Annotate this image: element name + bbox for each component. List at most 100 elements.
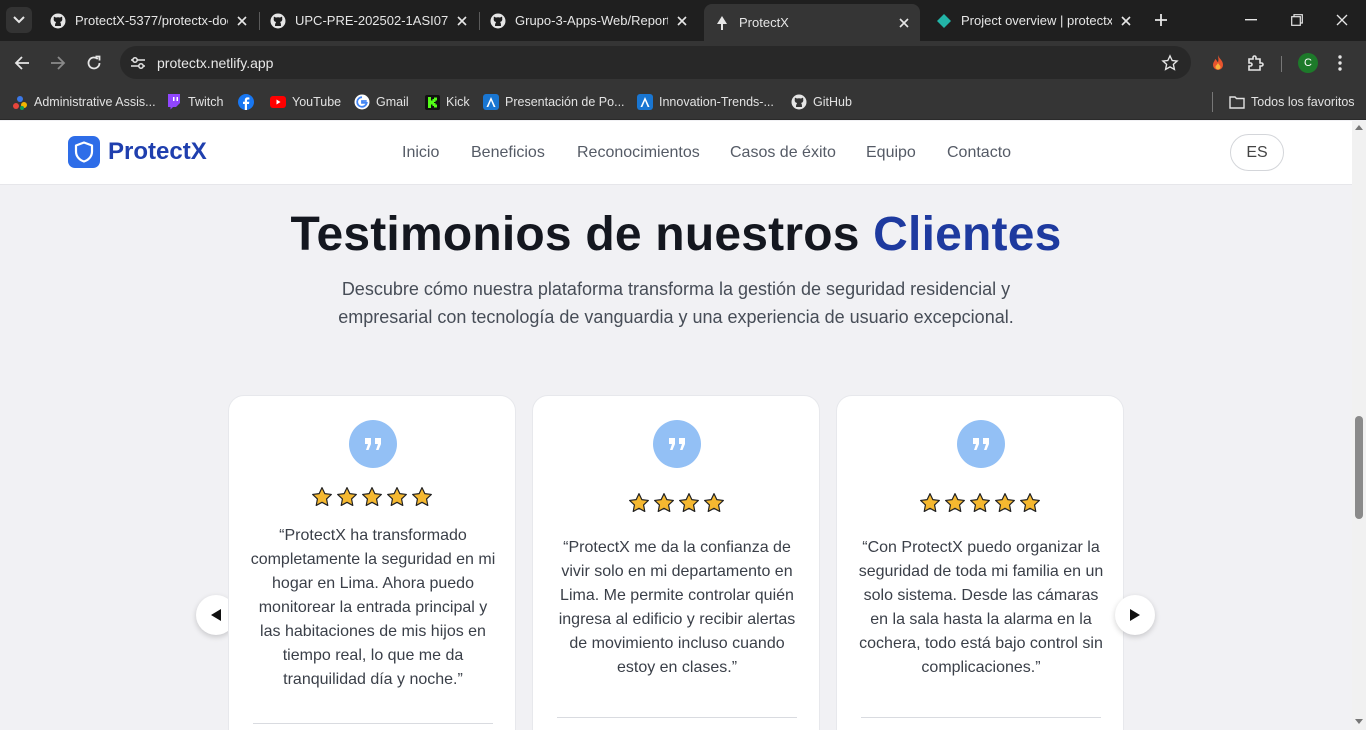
carousel-next-button[interactable] <box>1115 595 1155 635</box>
nav-beneficios[interactable]: Beneficios <box>471 144 545 162</box>
scroll-up-arrow[interactable] <box>1355 125 1363 130</box>
youtube-icon <box>270 94 286 110</box>
tab-title: Project overview | protectx | <box>961 13 1112 28</box>
section-title: Testimonios de nuestros Clientes <box>0 207 1352 262</box>
card-divider <box>557 717 797 718</box>
bookmark-label: Gmail <box>376 95 409 109</box>
url-text[interactable]: protectx.netlify.app <box>157 55 273 71</box>
profile-avatar[interactable]: C <box>1298 53 1318 73</box>
site-settings-icon[interactable] <box>129 54 147 72</box>
tab-project-overview[interactable]: Project overview | protectx | <box>926 5 1142 36</box>
bookmark-twitch[interactable]: Twitch <box>166 93 223 111</box>
bookmark-label: Kick <box>446 95 470 109</box>
star-rating <box>837 492 1123 514</box>
language-toggle-button[interactable]: ES <box>1230 134 1284 171</box>
bookmark-presentacion[interactable]: Presentación de Po... <box>483 93 625 111</box>
bookmark-facebook[interactable] <box>238 93 260 111</box>
browser-menu-button[interactable] <box>1330 53 1350 73</box>
reload-button[interactable] <box>82 51 106 75</box>
twitch-icon <box>166 94 182 110</box>
extensions-puzzle-icon[interactable] <box>1245 53 1265 73</box>
bookmark-label: GitHub <box>813 95 852 109</box>
minimize-button[interactable] <box>1239 8 1263 32</box>
bookmark-administrative[interactable]: Administrative Assis... <box>12 93 156 111</box>
card-divider <box>861 717 1101 718</box>
section-subtitle: Descubre cómo nuestra plataforma transfo… <box>338 279 1014 327</box>
site-logo[interactable]: ProtectX <box>68 136 207 168</box>
all-bookmarks-folder[interactable]: Todos los favoritos <box>1229 93 1355 111</box>
extension-fire-icon[interactable] <box>1208 53 1228 73</box>
bookmarks-separator <box>1212 92 1213 112</box>
brand-name: ProtectX <box>108 138 207 165</box>
star-icon <box>386 486 408 508</box>
github-icon <box>791 94 807 110</box>
nav-equipo[interactable]: Equipo <box>866 144 916 162</box>
bookmarks-bar: Administrative Assis... Twitch YouTube G… <box>0 85 1366 120</box>
tab-search-button[interactable] <box>6 7 32 33</box>
close-tab-icon[interactable] <box>1118 13 1134 29</box>
tab-protectx-doc[interactable]: ProtectX-5377/protectx-doc <box>40 5 258 36</box>
address-bar[interactable]: protectx.netlify.app <box>120 46 1191 79</box>
testimonial-quote: “Con ProtectX puedo organizar la segurid… <box>858 539 1104 676</box>
nav-reconocimientos[interactable]: Reconocimientos <box>577 144 700 162</box>
nav-contacto[interactable]: Contacto <box>947 144 1011 162</box>
bookmark-github[interactable]: GitHub <box>791 93 852 111</box>
card-divider <box>253 723 493 724</box>
star-icon <box>1019 492 1041 514</box>
folder-icon <box>1229 94 1245 110</box>
tab-protectx-active[interactable]: ProtectX <box>704 4 920 41</box>
restore-button[interactable] <box>1285 8 1309 32</box>
nav-inicio[interactable]: Inicio <box>402 144 439 162</box>
web-page: ProtectX Inicio Beneficios Reconocimient… <box>0 121 1352 730</box>
github-icon <box>270 13 286 29</box>
back-button[interactable] <box>10 51 34 75</box>
testimonial-quote: “ProtectX ha transformado completamente … <box>250 527 496 688</box>
shield-icon <box>68 136 100 168</box>
star-icon <box>336 486 358 508</box>
page-scrollbar[interactable] <box>1352 121 1366 730</box>
bookmark-star-icon[interactable] <box>1161 54 1179 72</box>
scroll-down-arrow[interactable] <box>1355 719 1363 724</box>
app-icon <box>637 94 653 110</box>
star-icon <box>969 492 991 514</box>
new-tab-button[interactable] <box>1150 9 1172 31</box>
bookmark-label: Presentación de Po... <box>505 95 625 109</box>
star-icon <box>678 492 700 514</box>
triangle-right-icon <box>1130 609 1140 621</box>
close-tab-icon[interactable] <box>674 13 690 29</box>
star-icon <box>944 492 966 514</box>
netlify-icon <box>714 15 730 31</box>
restore-icon <box>1291 14 1303 26</box>
arrow-right-icon <box>51 56 66 70</box>
tab-title: UPC-PRE-202502-1ASI0730- <box>295 13 448 28</box>
star-icon <box>361 486 383 508</box>
star-icon <box>311 486 333 508</box>
tab-grupo-3[interactable]: Grupo-3-Apps-Web/Report <box>480 5 698 36</box>
section-title-accent: Clientes <box>873 208 1062 261</box>
more-vertical-icon <box>1338 55 1342 71</box>
close-tab-icon[interactable] <box>896 15 912 31</box>
scrollbar-thumb[interactable] <box>1355 416 1363 519</box>
reload-icon <box>87 55 101 70</box>
tab-title: Grupo-3-Apps-Web/Report <box>515 13 668 28</box>
github-icon <box>50 13 66 29</box>
bookmark-kick[interactable]: Kick <box>424 93 470 111</box>
forward-button[interactable] <box>46 51 70 75</box>
kick-icon <box>424 94 440 110</box>
close-window-button[interactable] <box>1330 8 1354 32</box>
testimonial-quote: “ProtectX me da la confianza de vivir so… <box>558 539 796 676</box>
bookmark-gmail[interactable]: Gmail <box>354 93 409 111</box>
star-rating <box>533 492 819 514</box>
close-tab-icon[interactable] <box>454 13 470 29</box>
star-icon <box>703 492 725 514</box>
tab-upc-pre[interactable]: UPC-PRE-202502-1ASI0730- <box>260 5 478 36</box>
testimonial-card: “ProtectX me da la confianza de vivir so… <box>532 395 820 730</box>
bookmark-innovation[interactable]: Innovation-Trends-... <box>637 93 774 111</box>
close-tab-icon[interactable] <box>234 13 250 29</box>
triangle-left-icon <box>211 609 221 621</box>
toolbar-separator <box>1281 56 1282 72</box>
tab-title: ProtectX <box>739 15 789 30</box>
nav-casos-de-exito[interactable]: Casos de éxito <box>730 144 836 162</box>
bookmark-youtube[interactable]: YouTube <box>270 93 341 111</box>
star-icon <box>919 492 941 514</box>
